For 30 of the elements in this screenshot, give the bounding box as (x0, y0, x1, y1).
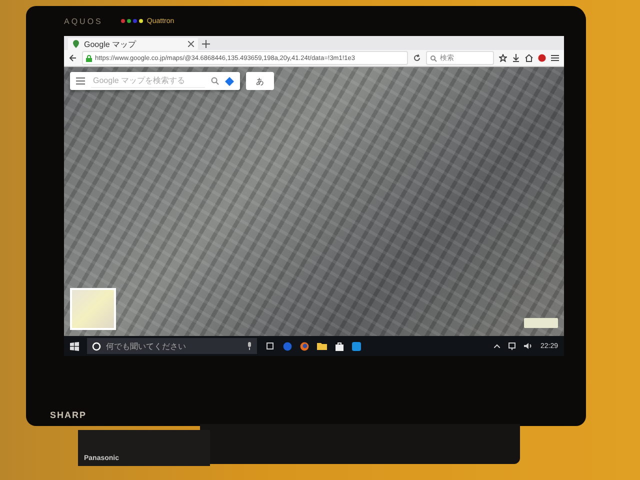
input-mode-button[interactable]: あ (246, 72, 274, 90)
directions-icon[interactable] (225, 76, 234, 86)
browser-tab[interactable]: Google マップ (68, 38, 198, 50)
map-thumbnail[interactable] (70, 288, 116, 330)
map-search-bar[interactable]: Google マップを検索する (70, 72, 240, 90)
menu-icon[interactable] (76, 77, 85, 85)
map-search-field[interactable]: Google マップを検索する (91, 74, 205, 88)
microphone-icon[interactable] (247, 342, 252, 350)
menu-icon[interactable] (551, 54, 559, 62)
volume-icon[interactable] (524, 342, 532, 350)
home-icon[interactable] (525, 54, 533, 62)
task-view-icon[interactable] (265, 342, 275, 350)
lock-icon (86, 54, 92, 62)
reload-icon[interactable] (413, 54, 421, 62)
map-pin-icon (72, 40, 80, 48)
back-icon[interactable] (69, 54, 77, 62)
star-icon[interactable] (499, 54, 507, 62)
tv-brand: AQUOS (64, 16, 103, 26)
folder-icon[interactable] (317, 342, 327, 350)
tv-brand-logo: SHARP (50, 410, 87, 420)
circle-icon (92, 342, 101, 350)
windows-icon[interactable] (70, 342, 79, 350)
new-tab-icon[interactable] (202, 40, 210, 48)
download-icon[interactable] (512, 54, 520, 62)
store-bag-icon[interactable] (335, 342, 344, 350)
close-icon[interactable] (188, 41, 194, 47)
caret-icon[interactable] (494, 344, 500, 348)
cortana-search-field[interactable]: 何でも聞いてください (87, 338, 257, 354)
search-icon (430, 54, 437, 62)
search-icon[interactable] (211, 77, 219, 85)
